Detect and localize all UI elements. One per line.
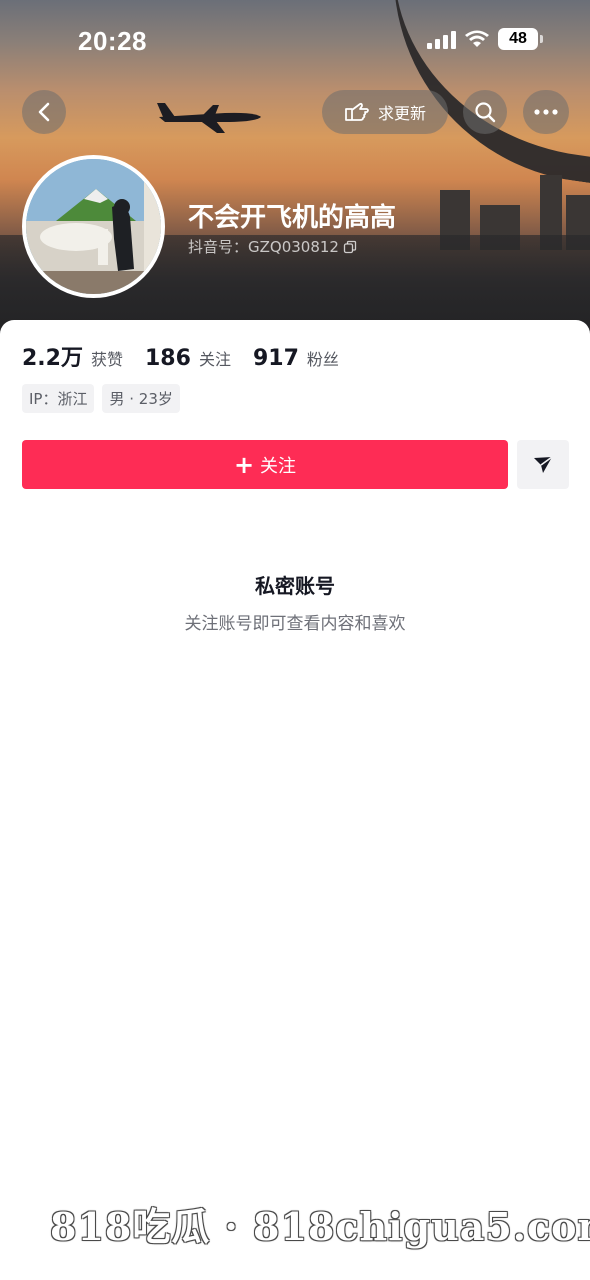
avatar-image	[26, 159, 161, 294]
back-button[interactable]	[22, 90, 66, 134]
pointing-hand-icon	[345, 102, 369, 121]
stat-following[interactable]: 186 关注	[145, 346, 231, 371]
search-button[interactable]	[463, 90, 507, 134]
search-icon	[475, 102, 496, 123]
profile-nickname: 不会开飞机的高高	[188, 203, 397, 233]
douyin-id[interactable]: 抖音号：GZQ030812	[188, 236, 357, 257]
chevron-left-icon	[38, 102, 50, 122]
douyin-id-text: 抖音号：GZQ030812	[188, 238, 339, 256]
plus-icon: +	[233, 450, 255, 479]
stat-likes-value: 2.2万	[22, 346, 83, 371]
private-account-title: 私密账号	[255, 574, 335, 598]
stat-followers[interactable]: 917 粉丝	[253, 346, 339, 371]
profile-stats: 2.2万 获赞 186 关注 917 粉丝	[22, 340, 339, 372]
more-dots-icon	[534, 109, 558, 115]
profile-tags: IP：浙江 男 · 23岁	[22, 384, 180, 413]
stat-likes-label: 获赞	[90, 350, 123, 369]
status-time: 20:28	[78, 26, 147, 56]
stat-likes[interactable]: 2.2万 获赞	[22, 340, 123, 372]
send-icon	[534, 455, 553, 473]
copy-icon[interactable]	[343, 240, 357, 254]
private-account-description: 关注账号即可查看内容和喜欢	[184, 614, 406, 634]
send-message-button[interactable]	[517, 440, 569, 489]
avatar[interactable]	[22, 155, 165, 298]
request-update-button[interactable]: 求更新	[322, 90, 448, 134]
stat-followers-label: 粉丝	[306, 350, 339, 369]
cellular-signal-icon	[427, 29, 456, 49]
follow-button[interactable]: + 关注	[22, 440, 508, 489]
status-icons: 48	[427, 28, 543, 50]
stat-followers-value: 917	[252, 346, 299, 371]
ip-location-tag: IP：浙江	[22, 384, 95, 413]
stat-following-value: 186	[145, 346, 191, 371]
follow-button-label: 关注	[260, 455, 297, 477]
wifi-icon	[465, 30, 489, 47]
watermark-text: 818吃瓜 · 818chigua5.com	[50, 1204, 590, 1249]
airplane-icon	[157, 103, 261, 133]
request-update-label: 求更新	[377, 104, 426, 123]
gender-age-tag: 男 · 23岁	[102, 384, 180, 413]
stat-following-label: 关注	[198, 350, 231, 369]
battery-icon: 48	[498, 28, 543, 50]
more-button[interactable]	[523, 90, 569, 134]
